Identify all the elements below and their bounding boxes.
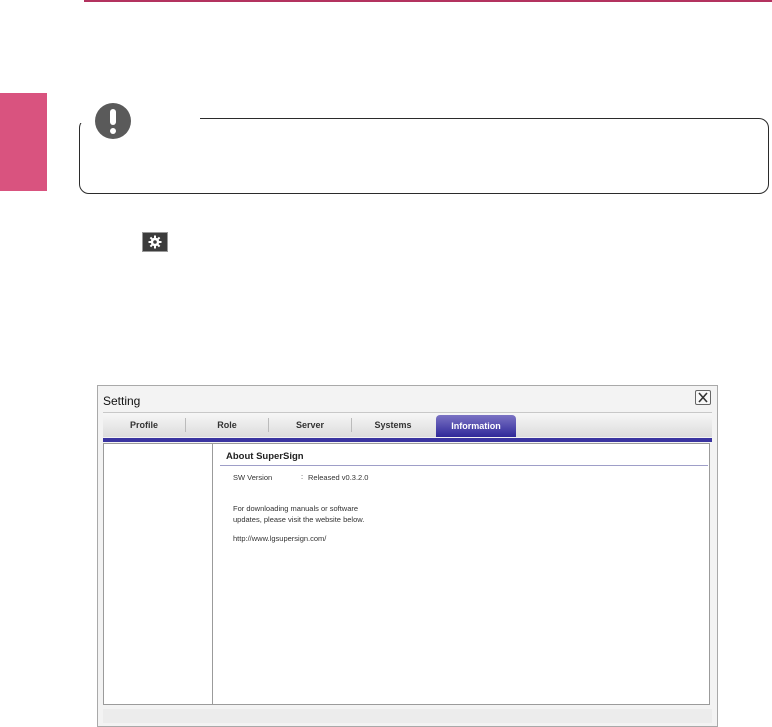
header-rule (84, 0, 772, 2)
left-pane (103, 443, 213, 705)
status-strip (103, 709, 712, 723)
chapter-side-tab (0, 93, 47, 191)
sw-version-label: SW Version (233, 473, 273, 482)
help-text-line2: updates, please visit the website below. (233, 515, 365, 524)
help-text-line1: For downloading manuals or software (233, 504, 359, 513)
window-title: Setting (103, 394, 141, 408)
note-box (78, 117, 769, 194)
tab-server[interactable]: Server (269, 413, 351, 437)
tab-bar: Profile Role Server Systems Information (103, 412, 712, 437)
tab-systems[interactable]: Systems (352, 413, 434, 437)
tab-information[interactable]: Information (436, 415, 516, 437)
tab-underline (103, 438, 712, 442)
website-link[interactable]: http://www.lgsupersign.com/ (233, 534, 326, 543)
close-icon[interactable] (695, 390, 711, 405)
information-panel: About SuperSign SW Version : Released v0… (213, 443, 710, 705)
setting-window: Setting Profile Role Server Systems Info… (97, 385, 718, 727)
sw-version-separator: : (301, 472, 304, 481)
sw-version-value: Released v0.3.2.0 (308, 473, 369, 482)
about-heading: About SuperSign (226, 451, 304, 462)
tab-profile[interactable]: Profile (103, 413, 185, 437)
note-exclamation-icon (95, 103, 131, 139)
about-divider (220, 465, 708, 466)
gear-icon (142, 232, 168, 252)
tab-role[interactable]: Role (186, 413, 268, 437)
